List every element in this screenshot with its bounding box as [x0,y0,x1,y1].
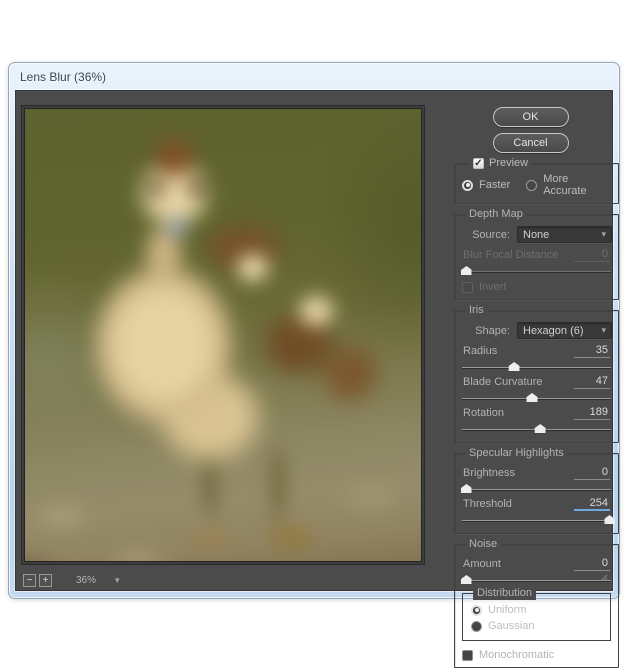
preview-image[interactable] [24,108,422,562]
zoom-in-button[interactable]: + [39,574,52,587]
settings-panel: OK Cancel ✓ Preview Faster [440,107,621,668]
monochromatic-label: Monochromatic [479,649,554,661]
amount-slider[interactable] [462,573,611,584]
monochromatic-option[interactable]: Monochromatic [462,649,611,661]
brightness-value[interactable]: 0 [574,466,610,480]
rotation-label: Rotation [463,407,504,419]
radius-value[interactable]: 35 [574,344,610,358]
ok-button[interactable]: OK [493,107,569,127]
slider-track[interactable] [462,520,611,521]
faster-option[interactable]: Faster [462,179,510,191]
amount-label: Amount [463,558,501,570]
cancel-button[interactable]: Cancel [493,133,569,153]
uniform-label: Uniform [488,604,527,616]
blur-focal-distance-value: 0 [574,248,610,262]
brightness-slider[interactable] [462,482,611,493]
radius-label: Radius [463,345,497,357]
iris-group: Iris Shape: Hexagon (6) ▾ Radius 35 [454,310,619,443]
slider-track[interactable] [462,489,611,490]
specular-highlights-group: Specular Highlights Brightness 0 Thresho… [454,453,619,534]
more-accurate-radio[interactable] [526,180,537,191]
source-dropdown[interactable]: None ▾ [517,226,612,243]
faster-label: Faster [479,179,510,191]
invert-checkbox [462,282,473,293]
distribution-legend: Distribution [473,587,536,600]
noise-legend: Noise [465,538,501,551]
distribution-group: Distribution Uniform Gaussian [462,593,611,641]
check-icon: ✓ [474,159,482,169]
threshold-slider[interactable] [462,513,611,524]
chevron-down-icon: ▾ [115,576,120,585]
more-accurate-option[interactable]: More Accurate [526,173,611,197]
monochromatic-checkbox[interactable] [462,650,473,661]
blur-focal-distance-slider-thumb [461,266,472,275]
preview-frame [21,105,425,565]
radius-slider-thumb[interactable] [509,362,520,371]
noise-group: Noise Amount 0 Distribution Uniform [454,544,619,668]
zoom-out-button[interactable]: − [23,574,36,587]
iris-legend: Iris [465,304,488,317]
zoom-level-dropdown[interactable]: 36% ▾ [65,575,120,586]
radius-slider[interactable] [462,360,611,371]
minus-icon: − [27,576,33,586]
blur-focal-distance-slider [462,264,611,275]
chevron-down-icon: ▾ [601,230,606,239]
preview-checkbox-label: Preview [489,157,528,170]
brightness-slider-thumb[interactable] [461,484,472,493]
specular-highlights-legend: Specular Highlights [465,447,568,460]
preview-image-wrap [24,108,422,562]
zoom-bar: − + 36% ▾ [23,573,120,588]
preview-options-group: ✓ Preview Faster More Accurate [454,163,619,204]
depth-map-legend: Depth Map [465,208,527,221]
gaussian-radio[interactable] [471,621,482,632]
slider-track [462,271,611,272]
threshold-slider-thumb[interactable] [604,515,615,524]
amount-slider-thumb[interactable] [461,575,472,584]
preview-checkbox[interactable]: ✓ [473,158,484,169]
uniform-radio[interactable] [471,605,482,616]
rotation-slider-thumb[interactable] [535,424,546,433]
lens-blur-dialog: Lens Blur (36%) − + 36% ▾ OK Cancel [8,62,620,599]
resize-grip-icon[interactable] [598,569,608,587]
gaussian-label: Gaussian [488,620,534,632]
depth-map-group: Depth Map Source: None ▾ Blur Focal Dist… [454,214,619,300]
faster-radio[interactable] [462,180,473,191]
shape-label: Shape: [475,325,510,337]
blade-curvature-label: Blade Curvature [463,376,543,388]
threshold-value[interactable]: 254 [574,497,610,511]
blade-curvature-slider-thumb[interactable] [527,393,538,402]
dialog-title: Lens Blur (36%) [20,70,106,84]
threshold-label: Threshold [463,498,512,510]
blade-curvature-slider[interactable] [462,391,611,402]
dialog-titlebar[interactable]: Lens Blur (36%) [9,63,619,90]
brightness-label: Brightness [463,467,515,479]
source-value: None [523,229,549,241]
blur-focal-distance-label: Blur Focal Distance [463,249,558,261]
blade-curvature-value[interactable]: 47 [574,375,610,389]
uniform-option[interactable]: Uniform [471,604,602,616]
gaussian-option[interactable]: Gaussian [471,620,602,632]
invert-label: Invert [479,281,507,293]
zoom-level-value: 36% [65,575,107,586]
chevron-down-icon: ▾ [601,326,606,335]
shape-dropdown[interactable]: Hexagon (6) ▾ [517,322,612,339]
slider-track[interactable] [462,580,611,581]
source-label: Source: [472,229,510,241]
slider-track[interactable] [462,367,611,368]
rotation-slider[interactable] [462,422,611,433]
dialog-content: − + 36% ▾ OK Cancel ✓ Preview [15,90,613,591]
plus-icon: + [43,576,49,586]
shape-value: Hexagon (6) [523,325,584,337]
more-accurate-label: More Accurate [543,173,611,197]
rotation-value[interactable]: 189 [574,406,610,420]
